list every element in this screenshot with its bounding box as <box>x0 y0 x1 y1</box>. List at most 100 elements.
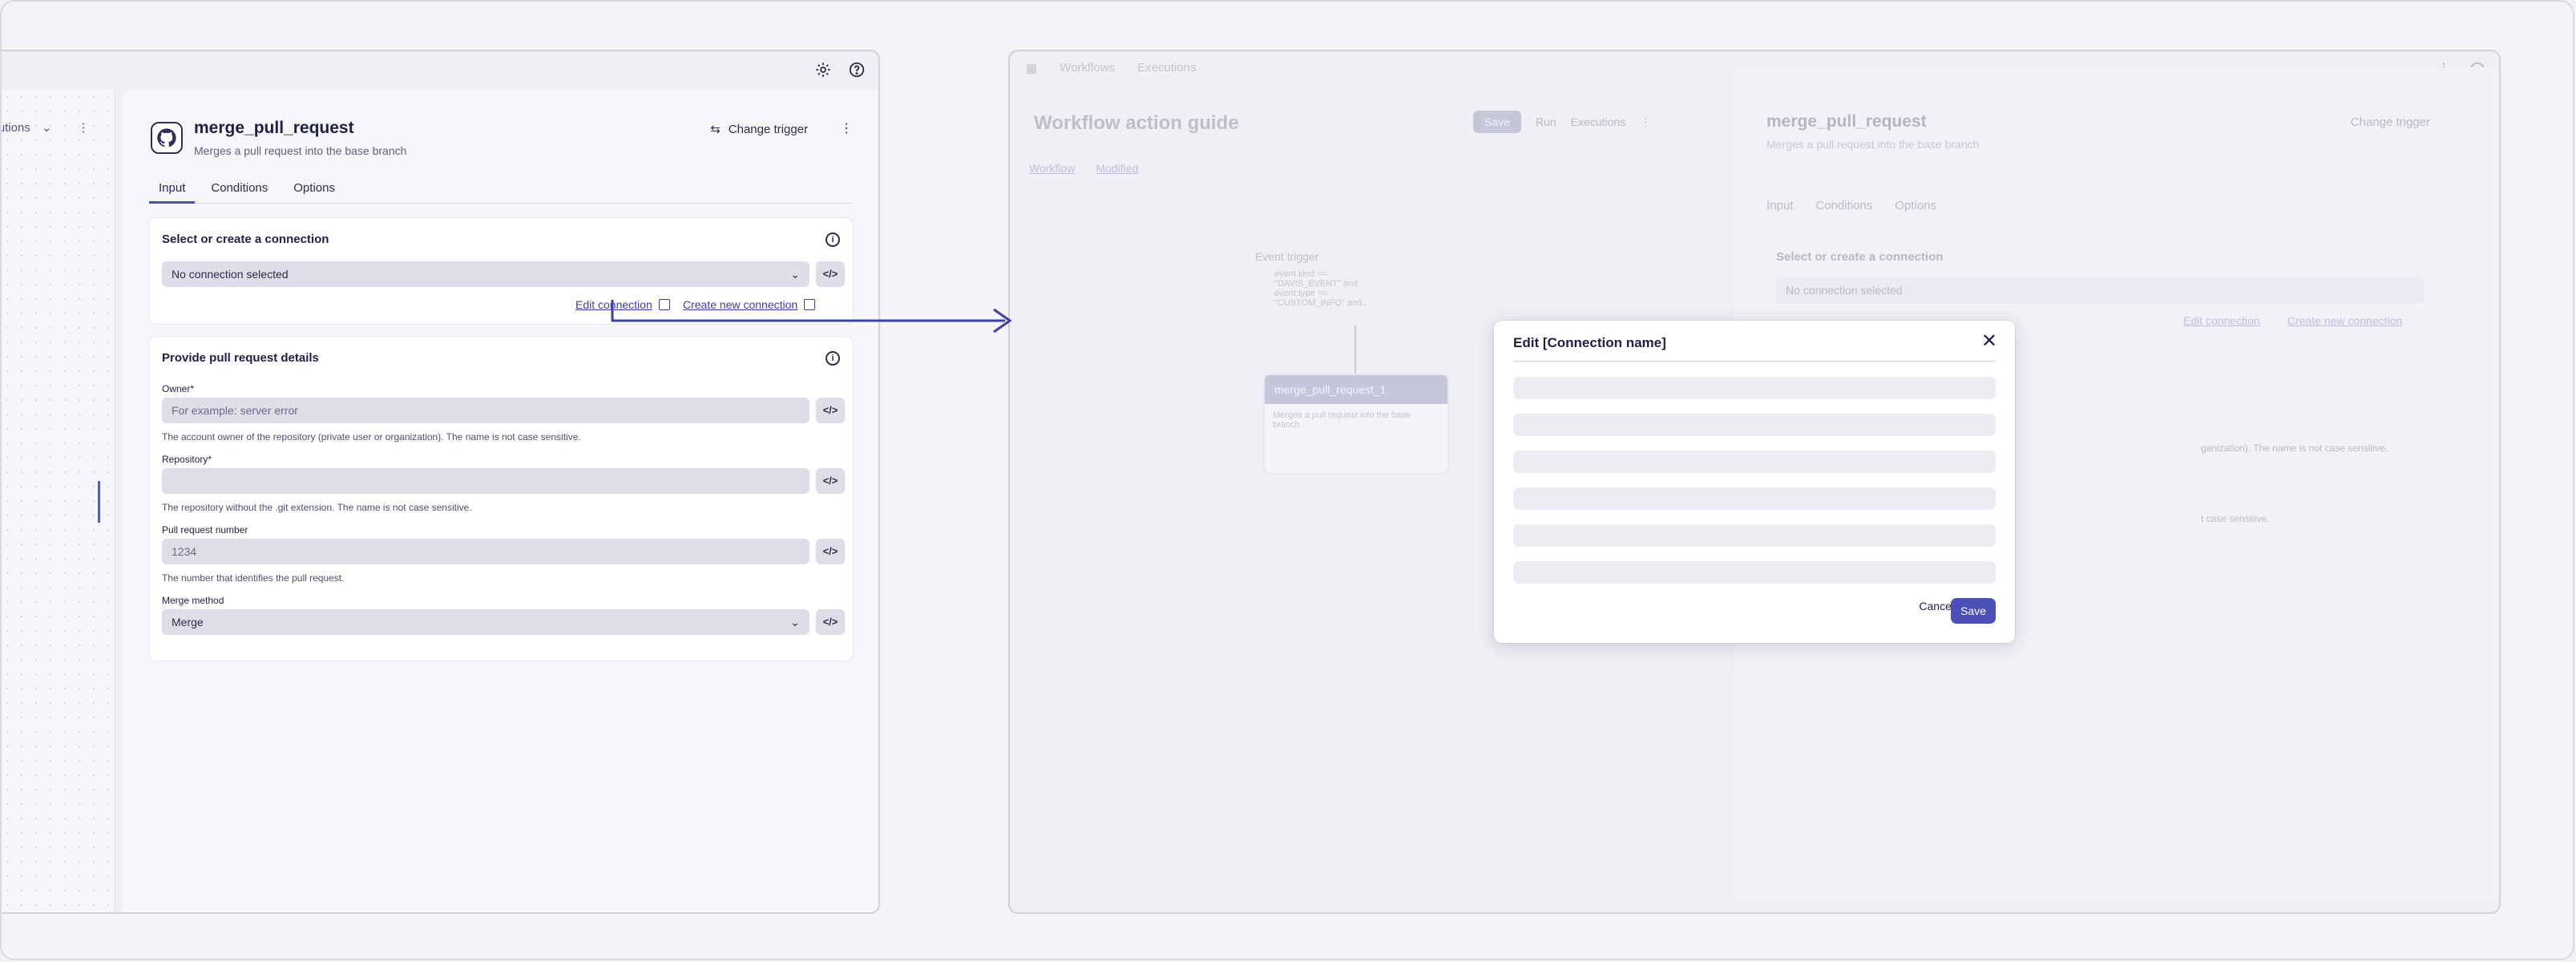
merge-method-value: Merge <box>172 616 204 629</box>
skeleton-field <box>1513 414 1996 436</box>
event-trigger-node[interactable]: Event trigger event.kind == "DAVIS_EVENT… <box>1246 244 1419 316</box>
chevron-down-icon: ⌄ <box>790 268 800 281</box>
modal-title: Edit [Connection name] <box>1513 335 1666 350</box>
close-icon[interactable]: ✕ <box>1981 332 1997 351</box>
right-panel-subtitle: Merges a pull request into the base bran… <box>1766 138 1980 151</box>
owner-hint: The account owner of the repository (pri… <box>162 431 581 443</box>
panel-subtitle: Merges a pull request into the base bran… <box>194 144 407 157</box>
kebab-icon[interactable]: ⋮ <box>840 120 853 136</box>
skeleton-field <box>1513 524 1996 547</box>
create-connection-label: Create new connection <box>683 298 798 311</box>
repository-hint: The repository without the .git extensio… <box>162 502 472 513</box>
help-icon[interactable] <box>846 59 867 80</box>
right-panel-title: merge_pull_request <box>1766 112 1927 131</box>
connection-card-title: Select or create a connection <box>162 232 329 246</box>
owner-label: Owner* <box>162 383 195 394</box>
tab-conditions[interactable]: Conditions <box>201 178 277 204</box>
workflow-actions: Save Run Executions ⋮ <box>1473 111 1651 133</box>
external-link-icon <box>804 299 816 310</box>
chevron-down-icon: ⌄ <box>41 121 52 135</box>
create-connection-link[interactable]: Create new connection <box>683 298 816 311</box>
pr-number-hint: The number that identifies the pull requ… <box>162 572 345 584</box>
edit-connection-link[interactable]: Edit connection <box>575 298 670 311</box>
event-trigger-title: Event trigger <box>1255 250 1319 263</box>
merge-method-label: Merge method <box>162 595 224 606</box>
node-edge <box>1355 325 1356 375</box>
action-panel: merge_pull_request Merges a pull request… <box>122 90 878 912</box>
connection-select[interactable]: No connection selected ⌄ <box>162 261 810 287</box>
right-create-link[interactable]: Create new connection <box>2287 314 2402 327</box>
action-node-title: merge_pull_request_1 <box>1265 375 1447 404</box>
left-window: ecutions ⌄ ⋮ merge_pull_request Merges a… <box>2 50 880 914</box>
chevron-down-icon: ⌄ <box>790 616 800 629</box>
repository-input[interactable] <box>162 468 810 494</box>
kebab-icon[interactable]: ⋮ <box>77 120 89 135</box>
skeleton-field <box>1513 377 1996 399</box>
repository-label: Repository* <box>162 454 212 465</box>
grid-icon: ▦ <box>1026 62 1038 75</box>
swap-icon: ⇆ <box>710 123 721 136</box>
panel-title: merge_pull_request <box>194 119 354 137</box>
code-button[interactable]: </> <box>816 539 845 564</box>
executions-button[interactable]: Executions <box>1571 115 1625 128</box>
panel-header: merge_pull_request Merges a pull request… <box>151 119 853 167</box>
nav-workflows[interactable]: Workflows <box>1060 61 1115 75</box>
nav-executions[interactable]: Executions <box>1137 61 1196 75</box>
code-button[interactable]: </> <box>816 609 845 635</box>
top-nav: ▦ Workflows Executions <box>1026 61 1196 75</box>
save-button[interactable]: Save <box>1473 111 1521 133</box>
right-edit-link[interactable]: Edit connection <box>2183 314 2260 327</box>
cancel-button[interactable]: Cancel <box>1919 600 1954 612</box>
pr-number-input[interactable]: 1234 <box>162 539 810 564</box>
canvas: ecutions ⌄ ⋮ merge_pull_request Merges a… <box>0 0 2574 960</box>
change-trigger-button[interactable]: ⇆ Change trigger <box>710 122 808 137</box>
right-hint-2: t case sensitive. <box>2201 513 2270 524</box>
tab-input[interactable]: Input <box>149 178 196 204</box>
change-trigger-label: Change trigger <box>728 122 808 136</box>
right-tab-conditions[interactable]: Conditions <box>1815 199 1872 212</box>
tab-options[interactable]: Options <box>284 178 345 204</box>
panel-tabs: Input Conditions Options <box>149 178 853 204</box>
run-button[interactable]: Run <box>1536 115 1557 128</box>
edit-connection-modal: Edit [Connection name] ✕ Cancel Save <box>1494 321 2015 643</box>
skeleton-field <box>1513 561 1996 584</box>
save-button[interactable]: Save <box>1951 598 1996 624</box>
right-tab-options[interactable]: Options <box>1895 199 1936 212</box>
top-icons <box>813 59 867 80</box>
code-button[interactable]: </> <box>816 468 845 494</box>
code-button[interactable]: </> <box>816 398 845 423</box>
gear-icon[interactable] <box>813 59 834 80</box>
ghost-tab[interactable]: ecutions ⌄ ⋮ <box>2 120 89 135</box>
kebab-icon[interactable]: ⋮ <box>1640 115 1651 129</box>
connection-card: Select or create a connection i No conne… <box>149 218 853 324</box>
connection-select-value: No connection selected <box>172 268 289 281</box>
workflow-links: Workflow Modified <box>1029 162 1138 175</box>
action-node[interactable]: merge_pull_request_1 Merges a pull reque… <box>1265 375 1447 473</box>
event-trigger-line2: event.type == "CUSTOM_INFO" and... <box>1274 289 1370 308</box>
right-conn-select[interactable]: No connection selected <box>1776 277 2424 303</box>
github-icon <box>151 122 183 154</box>
skeleton-field <box>1513 451 1996 473</box>
selection-indicator <box>98 481 100 523</box>
ghost-tab-label: ecutions <box>2 120 30 135</box>
info-icon[interactable]: i <box>826 232 840 247</box>
right-tab-input[interactable]: Input <box>1766 199 1793 212</box>
info-icon[interactable]: i <box>826 351 840 366</box>
code-button[interactable]: </> <box>816 261 845 287</box>
pr-number-label: Pull request number <box>162 524 248 536</box>
workflow-title: Workflow action guide <box>1034 112 1239 134</box>
action-node-desc: Merges a pull request into the base bran… <box>1273 410 1411 430</box>
event-trigger-line1: event.kind == "DAVIS_EVENT" and <box>1274 269 1359 289</box>
merge-method-select[interactable]: Merge ⌄ <box>162 609 810 635</box>
details-card: Provide pull request details i Owner* Fo… <box>149 337 853 661</box>
external-link-icon <box>658 299 670 310</box>
right-conn-title: Select or create a connection <box>1776 250 1944 264</box>
modified-link[interactable]: Modified <box>1096 162 1138 175</box>
right-hint-1: ganization). The name is not case sensit… <box>2201 443 2388 454</box>
workflow-link[interactable]: Workflow <box>1029 162 1075 175</box>
details-card-title: Provide pull request details <box>162 351 319 365</box>
skeleton-field <box>1513 487 1996 510</box>
edit-connection-label: Edit connection <box>575 298 652 311</box>
owner-input[interactable]: For example: server error <box>162 398 810 423</box>
right-change-trigger[interactable]: Change trigger <box>2351 115 2430 129</box>
